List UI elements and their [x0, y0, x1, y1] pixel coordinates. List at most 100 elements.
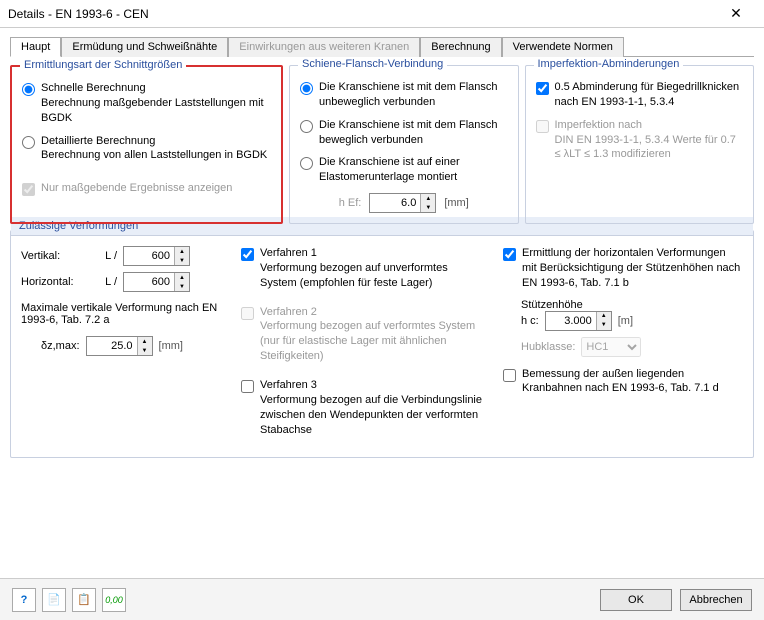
check-label: Bemessung der außen liegenden Kranbahnen… — [522, 367, 743, 397]
max-note: Maximale vertikale Verformung nach EN 19… — [21, 302, 221, 326]
hef-spinner[interactable]: ▲▼ — [369, 193, 436, 213]
spin-down-icon[interactable]: ▼ — [597, 321, 611, 330]
check-label: 0.5 Abminderung für Biegedrillknicken na… — [555, 80, 744, 110]
titlebar: Details - EN 1993-6 - CEN ✕ — [0, 0, 764, 28]
hc-spinner[interactable]: ▲▼ — [545, 311, 612, 331]
radio-input[interactable] — [300, 82, 313, 95]
check-input[interactable] — [536, 82, 549, 95]
dz-spinner[interactable]: ▲▼ — [86, 336, 153, 356]
opt-title: Verfahren 2 — [260, 306, 317, 318]
hc-label: h c: — [521, 315, 539, 327]
check-input — [536, 120, 549, 133]
hc-unit: [m] — [618, 315, 633, 327]
spin-up-icon[interactable]: ▲ — [175, 247, 189, 256]
group-imperfektion: Imperfektion-Abminderungen 0.5 Abminderu… — [525, 65, 755, 224]
radio-input[interactable] — [300, 157, 313, 170]
vertikal-prefix: L / — [87, 250, 117, 262]
tab-haupt[interactable]: Haupt — [10, 37, 61, 57]
ok-button[interactable]: OK — [600, 589, 672, 611]
help-icon[interactable]: ? — [12, 588, 36, 612]
spin-up-icon[interactable]: ▲ — [597, 312, 611, 321]
check-horizontale-verformungen[interactable]: Ermittlung der horizontalen Verformungen… — [503, 246, 743, 291]
toolbar-icon-3[interactable]: 0,00 — [102, 588, 126, 612]
opt-label: Die Kranschiene ist mit dem Flansch unbe… — [319, 80, 508, 110]
opt-sub: Verformung bezogen auf verformtes System… — [260, 320, 475, 362]
window-title: Details - EN 1993-6 - CEN — [8, 7, 716, 21]
stuetzenhoehe-label: Stützenhöhe — [521, 299, 743, 311]
spin-up-icon[interactable]: ▲ — [138, 337, 152, 346]
group-title: Imperfektion-Abminderungen — [534, 58, 684, 70]
radio-detaillierte-berechnung[interactable]: Detaillierte Berechnung Berechnung von a… — [22, 134, 271, 164]
group-title: Schiene-Flansch-Verbindung — [298, 58, 447, 70]
group-schiene: Schiene-Flansch-Verbindung Die Kranschie… — [289, 65, 519, 224]
close-button[interactable]: ✕ — [716, 1, 756, 27]
check-input — [241, 307, 254, 320]
radio-input[interactable] — [22, 136, 35, 149]
tab-berechnung[interactable]: Berechnung — [420, 37, 501, 57]
toolbar-icon-2[interactable]: 📋 — [72, 588, 96, 612]
radio-schiene-unbeweglich[interactable]: Die Kranschiene ist mit dem Flansch unbe… — [300, 80, 508, 110]
spin-up-icon[interactable]: ▲ — [421, 194, 435, 203]
check-bemessung-aussen[interactable]: Bemessung der außen liegenden Kranbahnen… — [503, 367, 743, 397]
check-verfahren-3[interactable]: Verfahren 3 Verformung bezogen auf die V… — [241, 378, 483, 437]
check-verfahren-2: Verfahren 2 Verformung bezogen auf verfo… — [241, 305, 483, 364]
hef-unit: [mm] — [444, 197, 468, 209]
hef-input[interactable] — [370, 194, 420, 212]
spin-up-icon[interactable]: ▲ — [175, 273, 189, 282]
vertikal-spinner[interactable]: ▲▼ — [123, 246, 190, 266]
check-input[interactable] — [241, 380, 254, 393]
vertikal-label: Vertikal: — [21, 250, 81, 262]
hef-label: h Ef: — [339, 197, 362, 209]
horizontal-prefix: L / — [87, 276, 117, 288]
toolbar-icon-1[interactable]: 📄 — [42, 588, 66, 612]
opt-sub: Berechnung maßgebender Laststellungen mi… — [41, 97, 264, 124]
opt-sub: Berechnung von allen Laststellungen in B… — [41, 149, 267, 161]
radio-schiene-elastomer[interactable]: Die Kranschiene ist auf einer Elastomeru… — [300, 155, 508, 185]
hubklasse-label: Hubklasse: — [521, 341, 575, 353]
dz-unit: [mm] — [159, 340, 183, 352]
opt-title: Verfahren 3 — [260, 379, 317, 391]
radio-schnelle-berechnung[interactable]: Schnelle Berechnung Berechnung maßgebend… — [22, 81, 271, 126]
check-label: Imperfektion nach — [555, 119, 642, 131]
tab-ermuedung[interactable]: Ermüdung und Schweißnähte — [61, 37, 228, 57]
tabs: Haupt Ermüdung und Schweißnähte Einwirku… — [10, 36, 754, 57]
radio-schiene-beweglich[interactable]: Die Kranschiene ist mit dem Flansch bewe… — [300, 118, 508, 148]
dz-input[interactable] — [87, 337, 137, 355]
opt-label: Die Kranschiene ist auf einer Elastomeru… — [319, 155, 508, 185]
check-verfahren-1[interactable]: Verfahren 1 Verformung bezogen auf unver… — [241, 246, 483, 291]
opt-title: Detaillierte Berechnung — [41, 135, 155, 147]
check-input — [22, 183, 35, 196]
group-verformungen: Zulässige Verformungen Vertikal: L / ▲▼ … — [10, 230, 754, 458]
horizontal-input[interactable] — [124, 273, 174, 291]
tab-einwirkungen: Einwirkungen aus weiteren Kranen — [228, 37, 420, 57]
check-input[interactable] — [503, 248, 516, 261]
group-ermittlungsart: Ermittlungsart der Schnittgrößen Schnell… — [10, 65, 283, 224]
hc-input[interactable] — [546, 312, 596, 330]
spin-down-icon[interactable]: ▼ — [175, 282, 189, 291]
check-nur-massgebende: Nur maßgebende Ergebnisse anzeigen — [22, 181, 271, 196]
dz-label: δz,max: — [41, 340, 80, 352]
check-input[interactable] — [503, 369, 516, 382]
horizontal-spinner[interactable]: ▲▼ — [123, 272, 190, 292]
check-label: Nur maßgebende Ergebnisse anzeigen — [41, 181, 232, 196]
opt-title: Verfahren 1 — [260, 247, 317, 259]
horizontal-label: Horizontal: — [21, 276, 81, 288]
check-label: Ermittlung der horizontalen Verformungen… — [522, 246, 743, 291]
spin-down-icon[interactable]: ▼ — [175, 256, 189, 265]
radio-input[interactable] — [22, 83, 35, 96]
check-abminderung[interactable]: 0.5 Abminderung für Biegedrillknicken na… — [536, 80, 744, 110]
spin-down-icon[interactable]: ▼ — [138, 346, 152, 355]
footer: ? 📄 📋 0,00 OK Abbrechen — [0, 578, 764, 620]
cancel-button[interactable]: Abbrechen — [680, 589, 752, 611]
opt-sub: Verformung bezogen auf die Verbindungsli… — [260, 394, 482, 436]
group-title: Ermittlungsart der Schnittgrößen — [20, 59, 186, 71]
opt-label: Die Kranschiene ist mit dem Flansch bewe… — [319, 118, 508, 148]
vertikal-input[interactable] — [124, 247, 174, 265]
check-imperfektion-nach: Imperfektion nach DIN EN 1993-1-1, 5.3.4… — [536, 118, 744, 163]
spin-down-icon[interactable]: ▼ — [421, 203, 435, 212]
check-input[interactable] — [241, 248, 254, 261]
check-sub: DIN EN 1993-1-1, 5.3.4 Werte für 0.7 ≤ λ… — [555, 134, 736, 161]
tab-normen[interactable]: Verwendete Normen — [502, 37, 624, 57]
radio-input[interactable] — [300, 120, 313, 133]
opt-sub: Verformung bezogen auf unverformtes Syst… — [260, 262, 448, 289]
